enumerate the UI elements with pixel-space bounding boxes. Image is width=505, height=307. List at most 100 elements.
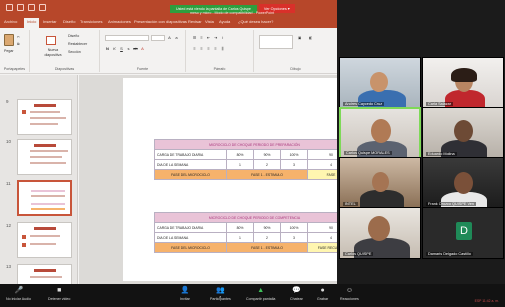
italic-icon[interactable]: K xyxy=(112,46,117,51)
font-name-field[interactable] xyxy=(105,35,149,41)
paste-button[interactable]: Pegar xyxy=(4,49,14,53)
slide-thumbnail[interactable] xyxy=(17,222,72,258)
chat-label: Chatear xyxy=(290,297,303,301)
tab-transiciones[interactable]: Transiciones xyxy=(80,19,103,24)
table-cell: 90 xyxy=(306,149,337,160)
columns-icon[interactable]: ⫼ xyxy=(220,46,225,51)
tab-inicio[interactable]: Inicio xyxy=(24,18,40,28)
microcycle-table-preparation[interactable]: MICROCICLO DE CHOQUE PERIODO DE PREPARAC… xyxy=(153,139,337,180)
align-right-icon[interactable]: ≡ xyxy=(206,46,211,51)
record-button[interactable]: ● Grabar xyxy=(317,287,328,301)
share-screen-button[interactable]: ▲ Compartir pantalla xyxy=(246,287,275,301)
redo-icon[interactable] xyxy=(28,4,35,11)
slide-thumbnail[interactable] xyxy=(17,139,72,175)
group-label: Diapositivas xyxy=(54,67,75,71)
decrease-indent-icon[interactable]: ⇤ xyxy=(206,35,211,40)
table-cell: 2 xyxy=(253,232,281,243)
participant-face xyxy=(368,216,390,241)
tab-diseno[interactable]: Diseño xyxy=(63,19,75,24)
table-cell: 90 xyxy=(307,222,337,233)
increase-indent-icon[interactable]: ⇥ xyxy=(213,35,218,40)
microcycle-table-competition[interactable]: MICROCICLO DE CHOQUE PERIODO DE COMPETEN… xyxy=(154,212,337,253)
shapes-gallery[interactable] xyxy=(259,35,293,49)
share-screen-icon: ▲ xyxy=(257,287,265,294)
table-cell: 4 xyxy=(306,159,337,170)
video-tile[interactable]: INTEL xyxy=(339,157,421,209)
slide-thumbnail[interactable] xyxy=(17,99,72,135)
video-button[interactable]: ■ Detener video xyxy=(48,287,70,301)
new-slide-button[interactable]: Nueva diapositiva xyxy=(44,48,62,57)
video-tile[interactable]: D Damaris Delgado Castillo xyxy=(422,207,504,259)
layout-button[interactable]: Diseño xyxy=(68,34,79,38)
audio-label: No iniciar Audio xyxy=(6,297,31,301)
ribbon-tabs: Archivo Inicio Insertar Diseño Transicio… xyxy=(0,17,337,28)
video-tile[interactable]: Carla Salazar xyxy=(422,57,504,109)
underline-icon[interactable]: S xyxy=(119,46,124,51)
tab-revisar[interactable]: Revisar xyxy=(188,19,202,24)
document-title: meso y micro - Modo de compatibilidad - … xyxy=(190,11,275,15)
thumb-line xyxy=(30,276,62,278)
video-tile-active-speaker[interactable]: Carlos Quispe MORALES xyxy=(339,107,421,159)
video-tile[interactable]: Carlos QUISPE xyxy=(339,207,421,259)
reactions-button[interactable]: ☺ Reacciones xyxy=(340,287,359,301)
line-spacing-icon[interactable]: ↕ xyxy=(220,35,225,40)
cut-icon[interactable]: ✂ xyxy=(17,35,20,39)
video-tile[interactable]: Frank Orozco QUISPE Ven xyxy=(422,157,504,209)
new-slide-icon[interactable] xyxy=(46,36,56,45)
font-color-icon[interactable]: A xyxy=(140,46,145,51)
participant-name: Damaris Delgado Castillo xyxy=(426,252,473,256)
slideshow-icon[interactable] xyxy=(39,4,46,11)
tab-animaciones[interactable]: Animaciones xyxy=(108,19,131,24)
slide-thumbnails-pane[interactable]: 9 10 11 12 13 xyxy=(0,75,78,284)
undo-icon[interactable] xyxy=(17,4,24,11)
numbering-icon[interactable]: ≡ xyxy=(199,35,204,40)
slide-thumbnail[interactable] xyxy=(17,264,72,284)
bullets-icon[interactable]: ☰ xyxy=(192,35,197,40)
align-center-icon[interactable]: ≡ xyxy=(199,46,204,51)
grow-font-icon[interactable]: A xyxy=(167,35,172,40)
tab-ayuda[interactable]: Ayuda xyxy=(219,19,230,24)
shrink-font-icon[interactable]: a xyxy=(174,35,179,40)
thumb-line xyxy=(30,117,66,119)
paste-icon[interactable] xyxy=(4,34,14,46)
camera-icon: ■ xyxy=(57,287,62,294)
copy-icon[interactable]: ⧉ xyxy=(17,42,20,46)
table-cell: 100% xyxy=(280,149,308,160)
video-tile[interactable]: Andres Caycedo Cruz xyxy=(339,57,421,109)
chat-button[interactable]: 💬 Chatear xyxy=(290,287,303,301)
tab-archivo[interactable]: Archivo xyxy=(4,19,17,24)
tell-me-search[interactable]: ¿Qué desea hacer? xyxy=(238,19,273,24)
slide-thumbnail-selected[interactable] xyxy=(17,180,72,216)
font-size-field[interactable] xyxy=(151,35,165,41)
section-button[interactable]: Sección xyxy=(68,50,81,54)
bold-icon[interactable]: N xyxy=(105,46,110,51)
table-cell: 3 xyxy=(280,232,308,243)
justify-icon[interactable]: ≡ xyxy=(213,46,218,51)
arrange-icon[interactable]: ▣ xyxy=(298,36,301,40)
participants-button[interactable]: 👥8 Participantes xyxy=(210,287,231,301)
row-label: DIA DE LA SEMANA xyxy=(154,232,227,243)
align-left-icon[interactable]: ≡ xyxy=(192,46,197,51)
record-label: Grabar xyxy=(317,297,329,301)
quick-styles-icon[interactable]: ◧ xyxy=(309,36,312,40)
thumb-line xyxy=(30,150,68,152)
group-dibujo: ▣ ◧ Dibujo xyxy=(254,30,337,72)
table-title: MICROCICLO DE CHOQUE PERIODO DE PREPARAC… xyxy=(153,139,337,150)
tab-insertar[interactable]: Insertar xyxy=(43,19,57,24)
thumb-line xyxy=(30,243,56,245)
save-icon[interactable] xyxy=(6,4,13,11)
thumb-title-bar xyxy=(34,269,56,272)
invite-button[interactable]: 👤 Invitar xyxy=(180,287,190,301)
tab-vista[interactable]: Vista xyxy=(205,19,214,24)
video-tile[interactable]: Eduardo Molina xyxy=(422,107,504,159)
current-slide[interactable]: MICROCICLO DE CHOQUE PERIODO DE PREPARAC… xyxy=(123,78,337,281)
strikethrough-icon[interactable]: ab xyxy=(133,46,138,51)
avatar: D xyxy=(456,222,472,240)
slide-editing-area[interactable]: MICROCICLO DE CHOQUE PERIODO DE PREPARAC… xyxy=(79,75,337,284)
audio-button[interactable]: 🎤 No iniciar Audio xyxy=(6,287,31,301)
shadow-icon[interactable]: s xyxy=(126,46,131,51)
participants-icon-glyph: 👥 xyxy=(216,287,226,294)
reset-button[interactable]: Restablecer xyxy=(68,42,87,46)
participant-face xyxy=(372,172,389,192)
tab-presentacion[interactable]: Presentación con diapositivas xyxy=(134,19,187,24)
